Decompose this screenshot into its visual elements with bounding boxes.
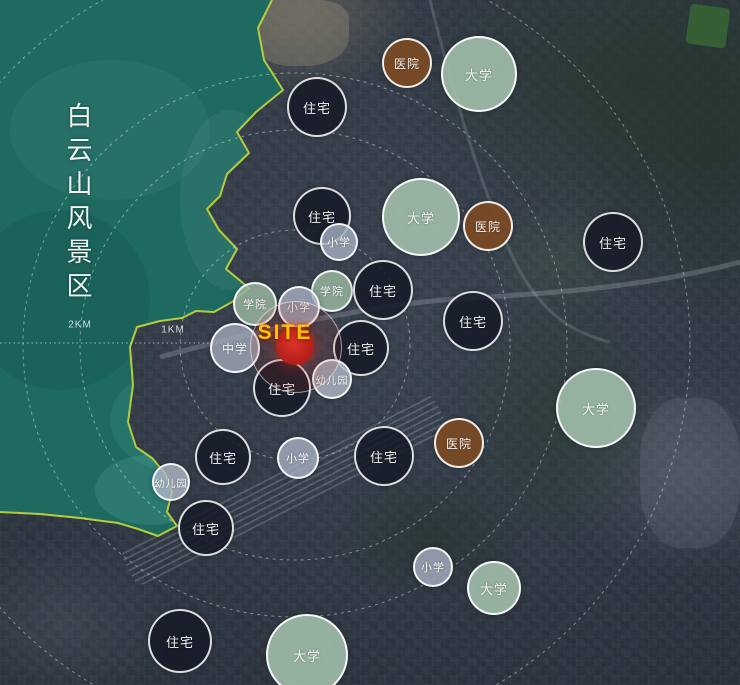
- marker-label: 幼儿园: [155, 475, 188, 490]
- marker-residential: 住宅: [148, 609, 212, 673]
- marker-label: 住宅: [347, 339, 375, 358]
- marker-label: 学院: [320, 283, 344, 299]
- marker-label: 住宅: [166, 632, 194, 651]
- marker-label: 大学: [465, 65, 493, 84]
- marker-label: 小学: [327, 234, 351, 250]
- marker-label: 大学: [293, 646, 321, 665]
- marker-hospital: 医院: [463, 201, 513, 251]
- marker-university: 大学: [441, 36, 517, 112]
- marker-label: 大学: [582, 399, 610, 418]
- marker-elementary: 小学: [320, 223, 358, 261]
- marker-university: 大学: [266, 614, 348, 685]
- marker-residential: 住宅: [287, 77, 347, 137]
- site-analysis-map: 白云山风景区 2KM 1KM 医院大学住宅住宅大学医院小学住宅学院住宅学院小学中…: [0, 0, 740, 685]
- marker-label: 学院: [243, 296, 267, 312]
- marker-label: 住宅: [370, 447, 398, 466]
- marker-kindergarten: 幼儿园: [152, 463, 190, 501]
- marker-label: 医院: [446, 435, 472, 452]
- marker-residential: 住宅: [178, 500, 234, 556]
- marker-label: 医院: [394, 55, 420, 72]
- marker-label: 住宅: [599, 233, 627, 252]
- marker-elementary: 小学: [277, 437, 319, 479]
- marker-label: 医院: [475, 218, 501, 235]
- marker-label: 住宅: [369, 281, 397, 300]
- marker-university: 大学: [382, 178, 460, 256]
- marker-hospital: 医院: [434, 418, 484, 468]
- marker-label: 住宅: [303, 98, 331, 117]
- marker-label: 住宅: [308, 207, 336, 226]
- marker-middle: 中学: [210, 323, 260, 373]
- marker-label: 住宅: [192, 519, 220, 538]
- marker-residential: 住宅: [443, 291, 503, 351]
- marker-label: 住宅: [459, 312, 487, 331]
- marker-label: 住宅: [268, 379, 296, 398]
- marker-label: 中学: [222, 340, 248, 357]
- marker-label: 住宅: [209, 448, 237, 467]
- markers-layer: 医院大学住宅住宅大学医院小学住宅学院住宅学院小学中学住宅住宅幼儿园住宅大学医院住…: [0, 0, 740, 685]
- marker-label: 小学: [421, 559, 445, 575]
- marker-hospital: 医院: [382, 38, 432, 88]
- marker-elementary: 小学: [413, 547, 453, 587]
- marker-label: 大学: [480, 579, 508, 598]
- marker-residential: 住宅: [353, 260, 413, 320]
- marker-label: 小学: [286, 450, 310, 466]
- marker-university: 大学: [556, 368, 636, 448]
- marker-label: 小学: [287, 299, 311, 315]
- marker-college: 学院: [233, 282, 277, 326]
- marker-label: 幼儿园: [316, 372, 349, 387]
- marker-residential: 住宅: [253, 359, 311, 417]
- marker-residential: 住宅: [354, 426, 414, 486]
- marker-label: 大学: [407, 208, 435, 227]
- marker-elementary: 小学: [278, 286, 320, 328]
- marker-university: 大学: [467, 561, 521, 615]
- marker-residential: 住宅: [195, 429, 251, 485]
- marker-residential: 住宅: [583, 212, 643, 272]
- marker-kindergarten: 幼儿园: [312, 359, 352, 399]
